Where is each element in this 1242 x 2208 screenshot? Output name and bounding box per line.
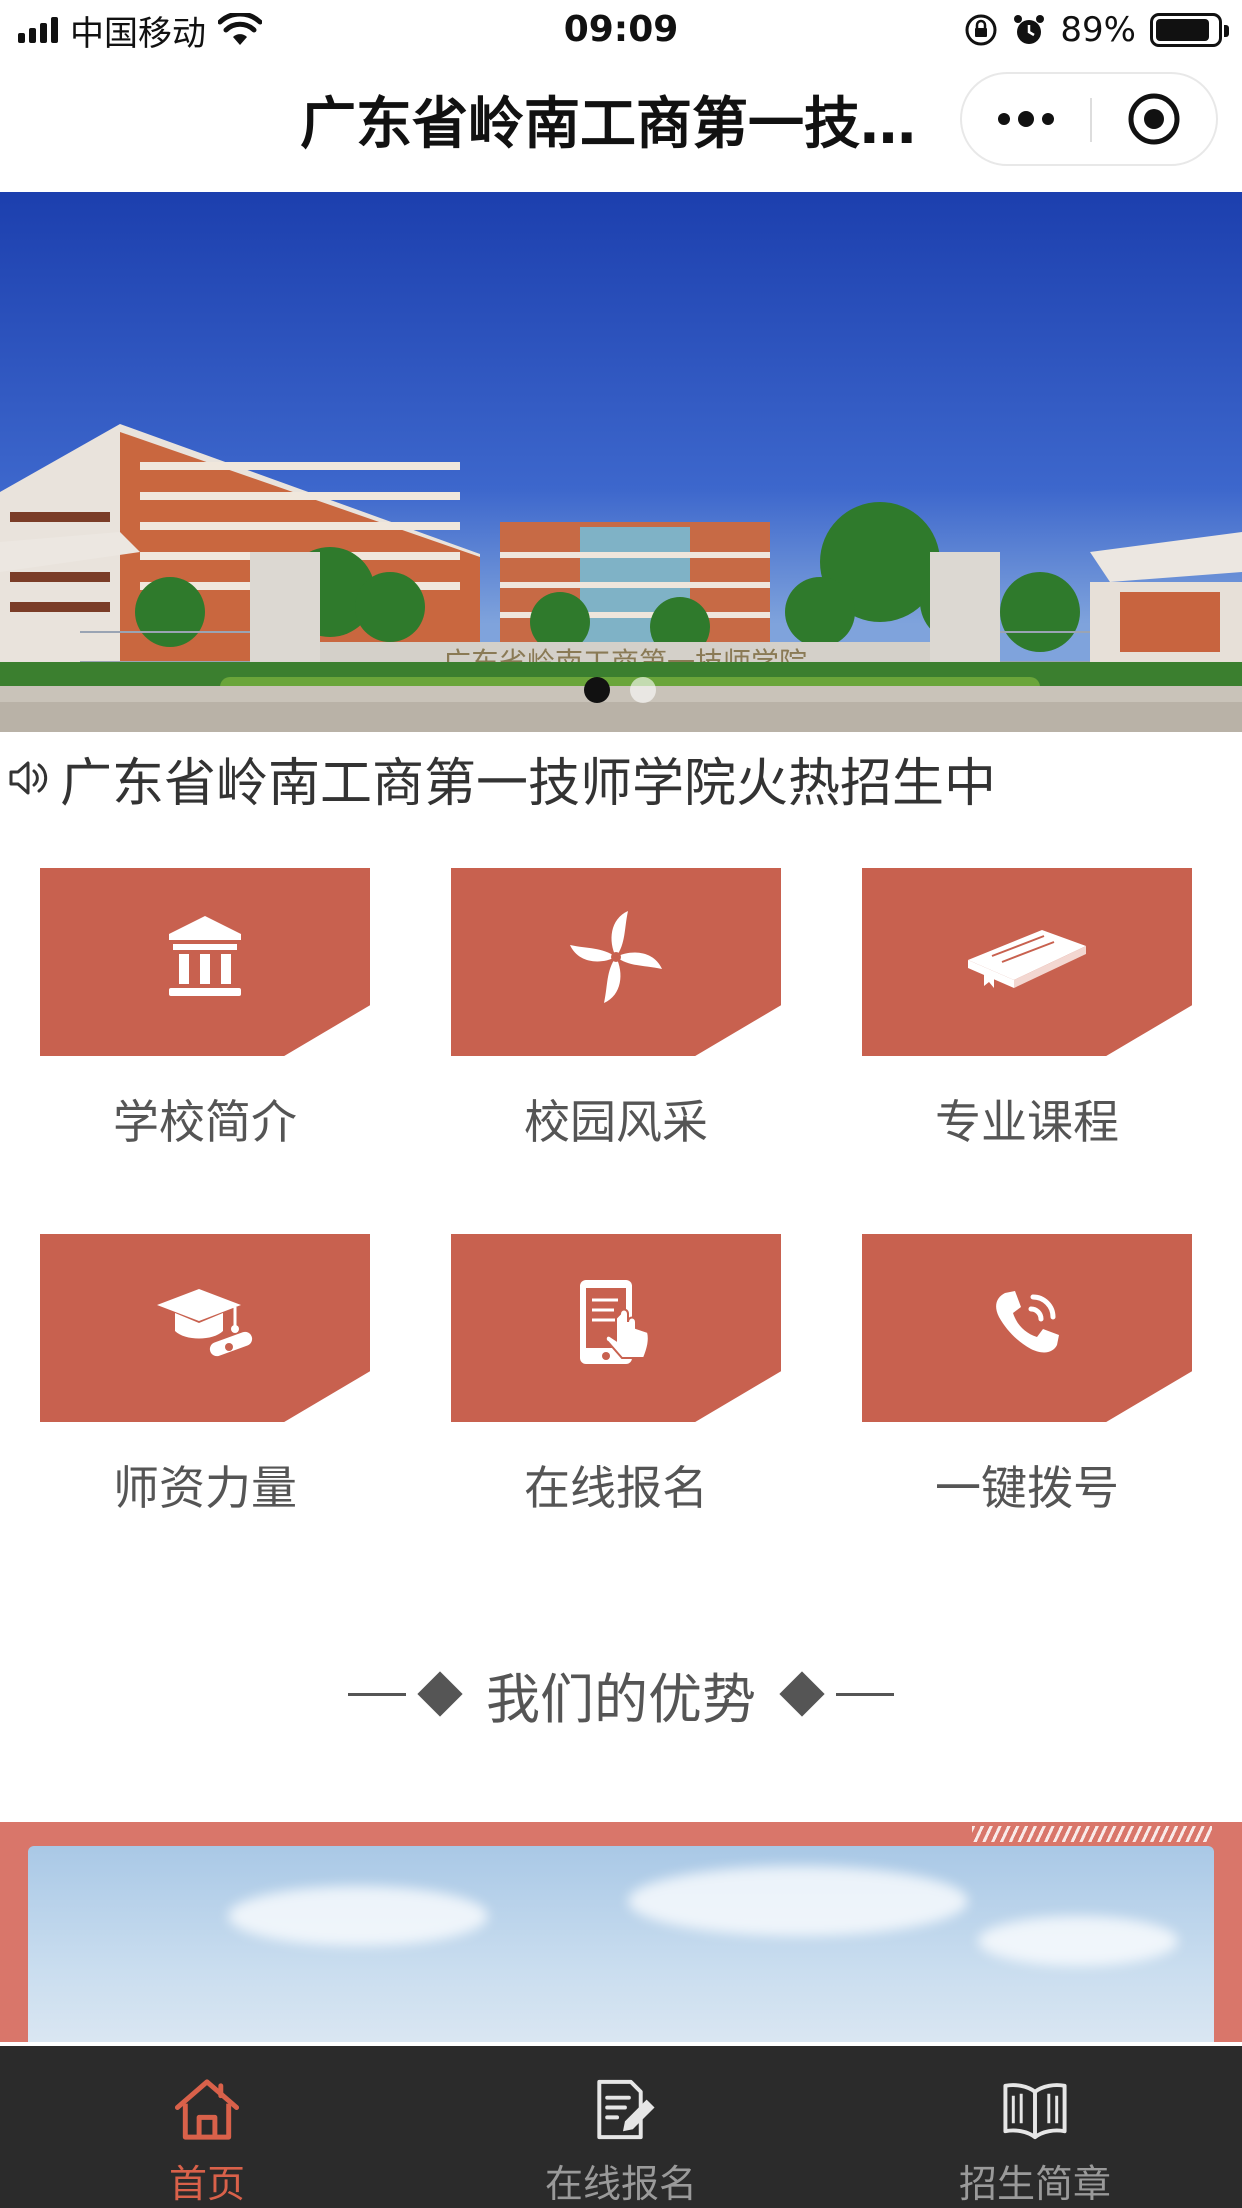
decorative-stripes [972, 1826, 1212, 1842]
diamond-icon [417, 1671, 463, 1717]
grid-label: 师资力量 [113, 1461, 297, 1515]
carousel-dots [584, 677, 656, 703]
grid-item-courses[interactable]: 专业课程 [862, 868, 1192, 1149]
mini-program-capsule [960, 72, 1218, 166]
alarm-icon [1014, 15, 1045, 44]
open-book-icon [1003, 2083, 1067, 2140]
banner-carousel[interactable]: 广东省岭南工商第一技师学院 [0, 192, 1242, 732]
grid-tile [862, 1234, 1192, 1422]
mini-program-nav-bar: 广东省岭南工商第一技… [0, 62, 1242, 192]
grid-item-school-intro[interactable]: 学校简介 [40, 868, 370, 1149]
advantage-card[interactable] [0, 1822, 1242, 2042]
page-title: 广东省岭南工商第一技… [300, 92, 916, 157]
status-right: 89% [964, 8, 1229, 52]
grid-item-one-key-dial[interactable]: 一键拨号 [862, 1234, 1192, 1515]
grid-item-campus-style[interactable]: 校园风采 [451, 868, 781, 1149]
grid-label: 学校简介 [113, 1095, 297, 1149]
close-button[interactable] [1092, 74, 1216, 164]
more-button[interactable] [962, 74, 1090, 164]
edit-document-icon [597, 2079, 655, 2140]
target-close-icon [1128, 93, 1180, 145]
advantage-photo [28, 1846, 1214, 2042]
more-dots-icon [998, 113, 1010, 125]
title-line-left [348, 1692, 406, 1696]
grid-item-online-signup[interactable]: 在线报名 [451, 1234, 781, 1515]
notice-text: 广东省岭南工商第一技师学院火热招生中 [60, 753, 997, 814]
campus-photo: 广东省岭南工商第一技师学院 [0, 192, 1242, 732]
school-building-icon [169, 916, 241, 996]
tab-label: 首页 [168, 2162, 245, 2206]
pinwheel-icon [570, 911, 662, 1003]
status-bar: 中国移动 09:09 89% [0, 0, 1242, 62]
tab-bar: 首页 在线报名 招生简章 [0, 2046, 1242, 2208]
speaker-icon [0, 742, 60, 814]
graduation-cap-icon [157, 1289, 253, 1357]
grid-tile [40, 1234, 370, 1422]
home-icon [174, 2079, 240, 2140]
section-title-text: 我们的优势 [486, 1667, 756, 1731]
grid-tile [451, 868, 781, 1056]
phone-call-icon [996, 1291, 1059, 1353]
diamond-icon [779, 1671, 825, 1717]
grid-tile [451, 1234, 781, 1422]
grid-label: 专业课程 [935, 1095, 1119, 1149]
carousel-dot[interactable] [584, 677, 610, 703]
grid-label: 一键拨号 [935, 1461, 1119, 1515]
section-title-advantages: 我们的优势 [0, 1656, 1242, 1732]
grid-tile [862, 868, 1192, 1056]
title-line-right [836, 1692, 894, 1696]
notice-bar[interactable]: 广东省岭南工商第一技师学院火热招生中 [0, 742, 1242, 814]
rotation-lock-icon [965, 14, 997, 46]
book-icon [968, 930, 1086, 988]
tab-admission-guide[interactable]: 招生简章 [828, 2046, 1242, 2208]
battery-percent: 89% [1060, 10, 1136, 50]
grid-label: 在线报名 [524, 1461, 708, 1515]
tab-label: 在线报名 [544, 2162, 697, 2206]
grid-item-faculty[interactable]: 师资力量 [40, 1234, 370, 1515]
battery-icon [1150, 13, 1229, 47]
grid-tile [40, 868, 370, 1056]
tab-home[interactable]: 首页 [0, 2046, 414, 2208]
tab-label: 招生简章 [958, 2162, 1111, 2206]
tablet-tap-icon [580, 1280, 650, 1364]
grid-label: 校园风采 [524, 1095, 708, 1149]
tab-online-signup[interactable]: 在线报名 [414, 2046, 828, 2208]
carousel-dot[interactable] [630, 677, 656, 703]
